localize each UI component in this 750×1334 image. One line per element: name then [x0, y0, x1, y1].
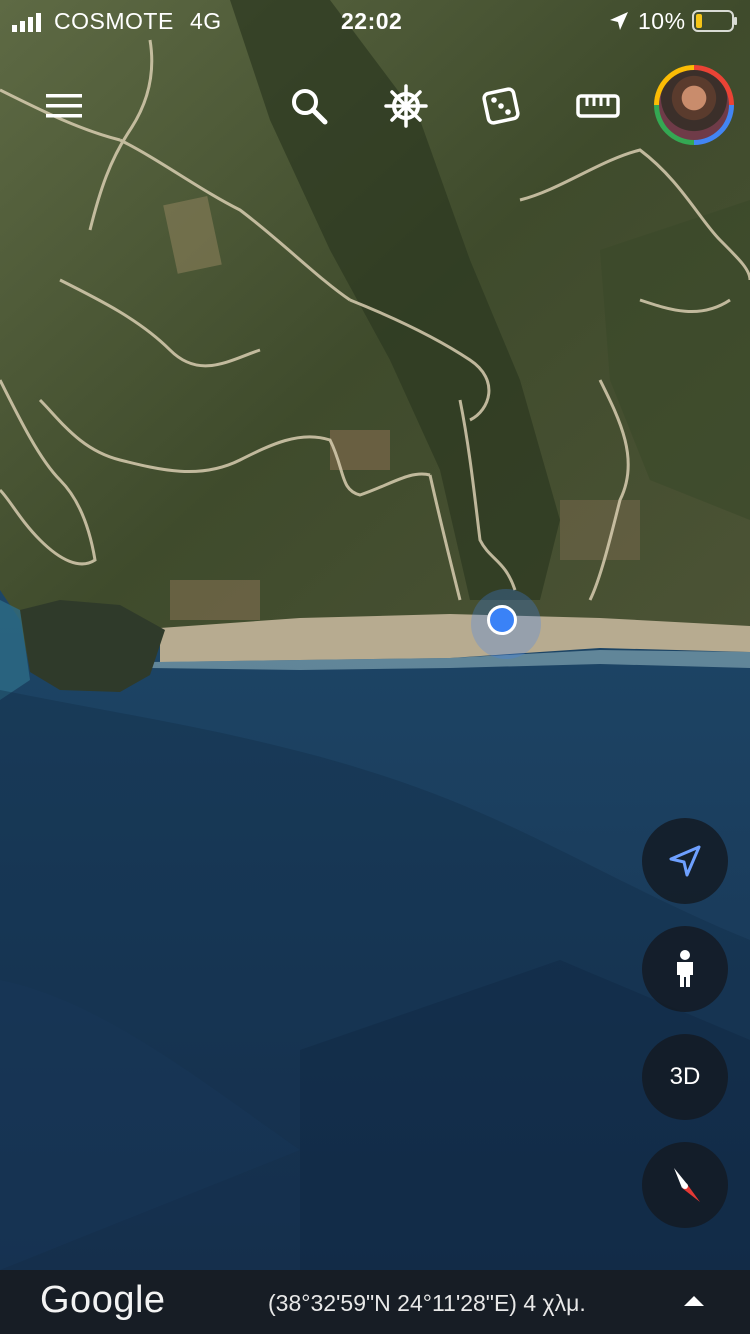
hamburger-menu-icon [46, 94, 82, 118]
current-location-dot [487, 605, 517, 635]
feeling-lucky-button[interactable] [475, 82, 527, 130]
compass-icon [674, 1168, 700, 1202]
status-bar: COSMOTE 4G 22:02 10% [0, 0, 750, 44]
caret-up-icon [684, 1296, 704, 1306]
ship-wheel-icon [384, 84, 428, 128]
pegman-icon [677, 950, 693, 987]
coordinates-readout: (38°32'59"N 24°11'28"E) 4 χλμ. [268, 1290, 586, 1316]
signal-icon [12, 13, 41, 32]
menu-button[interactable] [38, 82, 90, 130]
dice-icon [482, 87, 520, 125]
top-toolbar [0, 70, 750, 140]
voyager-button[interactable] [380, 82, 432, 130]
navigation-arrow-icon [669, 845, 701, 877]
search-button[interactable] [283, 82, 335, 130]
location-arrow-icon [610, 12, 628, 30]
bottom-info-bar: Google (38°32'59"N 24°11'28"E) 4 χλμ. [0, 1270, 750, 1334]
measure-button[interactable] [572, 82, 624, 130]
battery-percent: 10% [638, 8, 686, 34]
google-logo: Google [40, 1279, 166, 1321]
expand-info-button[interactable] [676, 1288, 712, 1316]
street-view-button[interactable] [642, 926, 728, 1012]
toggle-3d-label: 3D [669, 1063, 701, 1090]
battery-icon [692, 10, 737, 32]
avatar-photo [659, 70, 729, 140]
search-icon [292, 89, 328, 125]
network-type: 4G [190, 8, 222, 34]
my-location-button[interactable] [642, 818, 728, 904]
satellite-map[interactable] [0, 0, 750, 1334]
account-avatar[interactable] [654, 65, 734, 145]
carrier-name: COSMOTE [54, 8, 174, 34]
status-time: 22:02 [341, 8, 403, 34]
ruler-icon [576, 94, 620, 118]
toggle-3d-button[interactable]: 3D [642, 1034, 728, 1120]
compass-button[interactable] [642, 1142, 728, 1228]
